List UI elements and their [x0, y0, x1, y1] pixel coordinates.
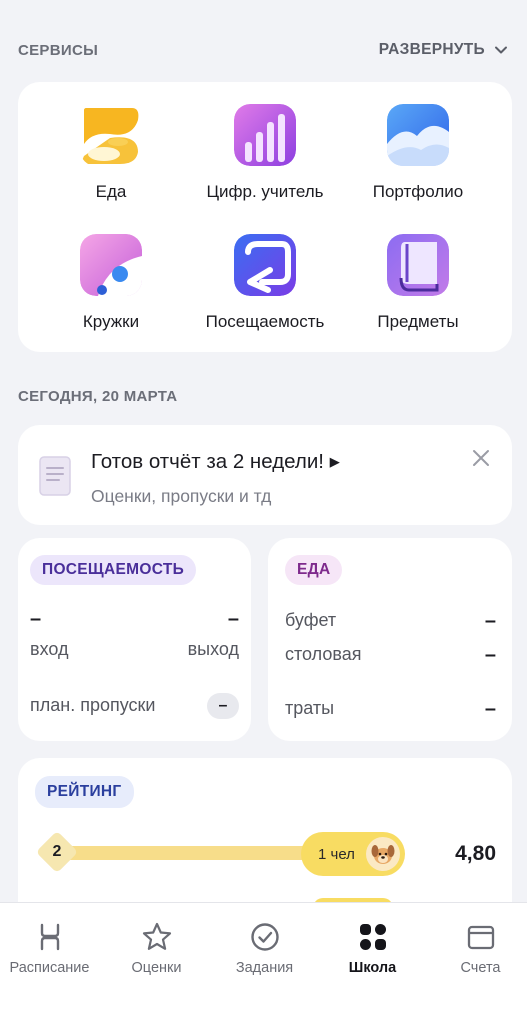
spending-value: – [484, 698, 496, 720]
grid-icon [359, 924, 386, 950]
chevron-down-icon [495, 46, 507, 54]
service-food[interactable]: Еда [31, 104, 191, 202]
service-label: Цифр. учитель [206, 182, 324, 201]
planned-absences-value: – [207, 693, 239, 719]
rating-badge: РЕЙТИНГ [35, 776, 134, 808]
entry-label: вход [30, 639, 69, 659]
food-icon [80, 104, 142, 166]
rating-score: 4,80 [455, 842, 496, 865]
report-card[interactable]: Готов отчёт за 2 недели! ▸ Оценки, пропу… [18, 425, 512, 525]
report-title: Готов отчёт за 2 недели! ▸ [91, 450, 340, 473]
services-card: Еда Цифр. учитель Портфолио Кружки Посещ… [18, 82, 512, 352]
service-label: Портфолио [372, 182, 464, 201]
expand-label: РАЗВЕРНУТЬ [378, 41, 485, 58]
subjects-icon [387, 234, 449, 296]
date-label: СЕГОДНЯ, 20 МАРТА [18, 388, 178, 405]
expand-services-button[interactable]: РАЗВЕРНУТЬ [379, 41, 509, 59]
service-digital-teacher[interactable]: Цифр. учитель [185, 104, 345, 202]
planned-absences-label: план. пропуски [30, 695, 156, 715]
service-label: Кружки [82, 312, 140, 331]
tab-assignments[interactable]: Задания [212, 921, 317, 976]
tab-grades[interactable]: Оценки [104, 921, 209, 976]
bottom-tab-bar: Расписание Оценки Задания Школа Счета [0, 902, 527, 1009]
tab-label: Оценки [131, 960, 182, 976]
canteen-value: – [484, 644, 496, 666]
spending-label: траты [285, 698, 335, 718]
schedule-icon [40, 923, 59, 951]
wallet-icon [467, 925, 494, 950]
attendance-icon [234, 234, 296, 296]
service-label: Предметы [377, 312, 459, 331]
digital-teacher-icon [234, 104, 296, 166]
attendance-badge: ПОСЕЩАЕМОСТЬ [30, 555, 197, 585]
canteen-label: столовая [285, 644, 362, 664]
service-subjects[interactable]: Предметы [338, 234, 498, 332]
date-header: СЕГОДНЯ, 20 МАРТА [18, 388, 509, 405]
tab-accounts[interactable]: Счета [428, 921, 527, 976]
food-card[interactable]: ЕДА буфет – столовая – траты – [268, 538, 512, 741]
buffet-value: – [484, 610, 496, 632]
tab-label: Школа [348, 960, 397, 976]
service-portfolio[interactable]: Портфолио [338, 104, 498, 202]
tab-school[interactable]: Школа [320, 921, 425, 976]
place-number: 2 [52, 843, 62, 860]
star-icon [142, 922, 171, 950]
dog-avatar-icon [371, 845, 395, 864]
clubs-icon [80, 234, 142, 296]
attendance-card[interactable]: ПОСЕЩАЕМОСТЬ – – вход выход план. пропус… [18, 538, 251, 741]
avatar [366, 837, 400, 871]
service-attendance[interactable]: Посещаемость [185, 234, 345, 332]
service-label: Еда [95, 182, 127, 201]
check-circle-icon [250, 923, 279, 951]
exit-label: выход [187, 639, 239, 659]
service-clubs[interactable]: Кружки [31, 234, 191, 332]
document-icon [39, 456, 71, 496]
exit-value: – [227, 608, 239, 630]
entry-value: – [30, 608, 42, 630]
tab-label: Расписание [9, 960, 90, 976]
services-header: СЕРВИСЫ РАЗВЕРНУТЬ [18, 41, 509, 59]
food-badge: ЕДА [285, 555, 343, 585]
close-icon[interactable] [470, 447, 492, 469]
portfolio-icon [387, 104, 449, 166]
tab-schedule[interactable]: Расписание [0, 921, 102, 976]
service-label: Посещаемость [205, 312, 325, 331]
services-title: СЕРВИСЫ [18, 41, 99, 59]
buffet-label: буфет [285, 610, 337, 630]
tab-label: Задания [235, 960, 294, 976]
report-subtitle: Оценки, пропуски и тд [91, 486, 272, 506]
tab-label: Счета [460, 960, 501, 976]
